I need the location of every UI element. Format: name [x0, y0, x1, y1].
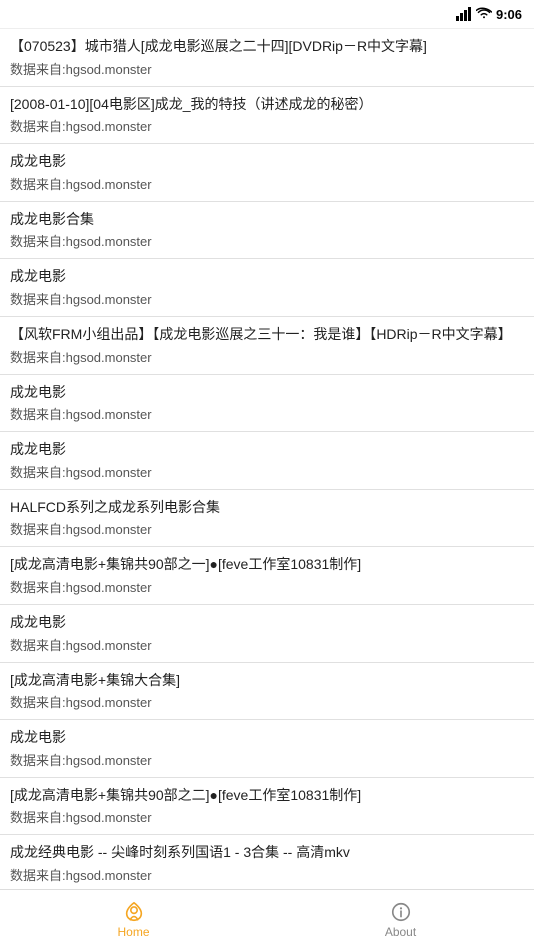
item-source: 数据来自:hgsod.monster [10, 289, 524, 308]
list-item[interactable]: [成龙高清电影+集锦共90部之一]●[feve工作室10831制作] 数据来自:h… [0, 547, 534, 605]
time-display: 9:06 [496, 7, 522, 22]
item-source: 数据来自:hgsod.monster [10, 519, 524, 538]
item-title: 【070523】城市猎人[成龙电影巡展之二十四][DVDRip－R中文字幕] [10, 37, 524, 57]
list-item[interactable]: 成龙电影数据来自:hgsod.monster [0, 432, 534, 490]
nav-home-label: Home [117, 925, 149, 939]
signal-icon [456, 7, 472, 21]
list-item[interactable]: 成龙经典电影 -- 尖峰时刻系列国语1 - 3合集 -- 高清mkv 数据来自:h… [0, 835, 534, 889]
item-source: 数据来自:hgsod.monster [10, 577, 524, 596]
list-item[interactable]: [2008-01-10][04电影区]成龙_我的特技（讲述成龙的秘密）数据来自:… [0, 87, 534, 145]
list-item[interactable]: 【070523】城市猎人[成龙电影巡展之二十四][DVDRip－R中文字幕] 数据… [0, 29, 534, 87]
item-title: 成龙电影 [10, 613, 524, 633]
item-title: 成龙电影 [10, 440, 524, 460]
item-source: 数据来自:hgsod.monster [10, 635, 524, 654]
item-title: 成龙电影 [10, 267, 524, 287]
list-item[interactable]: 【风软FRM小组出品】【成龙电影巡展之三十一：我是谁】【HDRip－R中文字幕】… [0, 317, 534, 375]
item-title: [成龙高清电影+集锦共90部之一]●[feve工作室10831制作] [10, 555, 524, 575]
item-title: 【风软FRM小组出品】【成龙电影巡展之三十一：我是谁】【HDRip－R中文字幕】 [10, 325, 524, 345]
about-icon [390, 901, 412, 923]
item-title: [成龙高清电影+集锦大合集] [10, 671, 524, 691]
list-item[interactable]: [成龙高清电影+集锦大合集]数据来自:hgsod.monster [0, 663, 534, 721]
list-item[interactable]: HALFCD系列之成龙系列电影合集数据来自:hgsod.monster [0, 490, 534, 548]
item-source: 数据来自:hgsod.monster [10, 59, 524, 78]
item-source: 数据来自:hgsod.monster [10, 116, 524, 135]
home-icon [123, 901, 145, 923]
item-source: 数据来自:hgsod.monster [10, 865, 524, 884]
item-title: 成龙电影 [10, 152, 524, 172]
nav-item-about[interactable]: About [267, 890, 534, 949]
list-item[interactable]: 成龙电影数据来自:hgsod.monster [0, 605, 534, 663]
item-source: 数据来自:hgsod.monster [10, 174, 524, 193]
item-source: 数据来自:hgsod.monster [10, 231, 524, 250]
item-title: [成龙高清电影+集锦共90部之二]●[feve工作室10831制作] [10, 786, 524, 806]
item-source: 数据来自:hgsod.monster [10, 462, 524, 481]
item-source: 数据来自:hgsod.monster [10, 750, 524, 769]
list-item[interactable]: 成龙电影数据来自:hgsod.monster [0, 144, 534, 202]
item-title: 成龙电影 [10, 728, 524, 748]
item-source: 数据来自:hgsod.monster [10, 347, 524, 366]
item-title: HALFCD系列之成龙系列电影合集 [10, 498, 524, 518]
list-item[interactable]: 成龙电影数据来自:hgsod.monster [0, 259, 534, 317]
nav-item-home[interactable]: Home [0, 890, 267, 949]
status-bar: 9:06 [0, 0, 534, 28]
item-title: [2008-01-10][04电影区]成龙_我的特技（讲述成龙的秘密） [10, 95, 524, 115]
item-title: 成龙电影合集 [10, 210, 524, 230]
item-source: 数据来自:hgsod.monster [10, 404, 524, 423]
wifi-icon [476, 7, 492, 21]
item-source: 数据来自:hgsod.monster [10, 807, 524, 826]
bottom-nav: Home About [0, 889, 534, 949]
item-title: 成龙经典电影 -- 尖峰时刻系列国语1 - 3合集 -- 高清mkv [10, 843, 524, 863]
item-title: 成龙电影 [10, 383, 524, 403]
list-item[interactable]: [成龙高清电影+集锦共90部之二]●[feve工作室10831制作]数据来自:h… [0, 778, 534, 836]
list-item[interactable]: 成龙电影数据来自:hgsod.monster [0, 375, 534, 433]
nav-about-label: About [385, 925, 416, 939]
item-source: 数据来自:hgsod.monster [10, 692, 524, 711]
list-container: 【070523】城市猎人[成龙电影巡展之二十四][DVDRip－R中文字幕] 数据… [0, 28, 534, 889]
list-item[interactable]: 成龙电影合集数据来自:hgsod.monster [0, 202, 534, 260]
list-item[interactable]: 成龙电影数据来自:hgsod.monster [0, 720, 534, 778]
